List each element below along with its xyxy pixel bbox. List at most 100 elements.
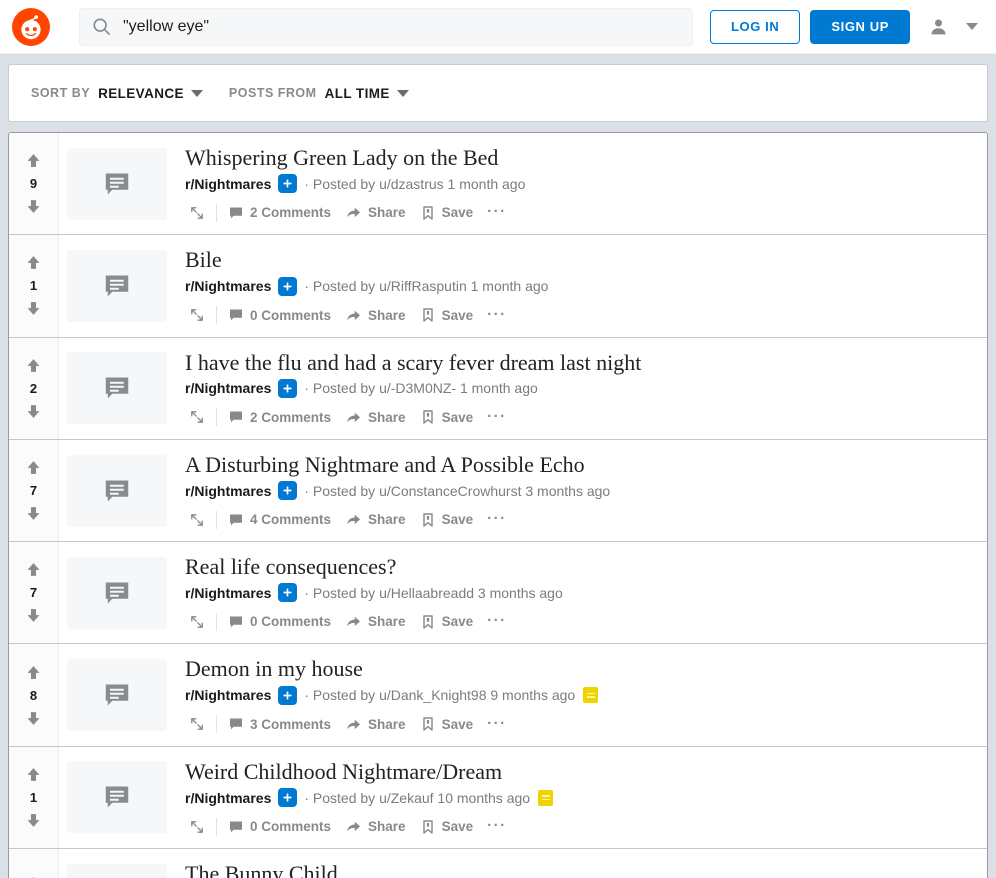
- more-options-button[interactable]: ···: [480, 610, 514, 633]
- expand-post-button[interactable]: [187, 305, 212, 325]
- comments-button[interactable]: 0 Comments: [221, 305, 338, 325]
- comment-bubble-icon: [228, 205, 244, 221]
- expand-post-button[interactable]: [187, 407, 212, 427]
- expand-post-button[interactable]: [187, 817, 212, 837]
- downvote-icon[interactable]: [25, 607, 42, 624]
- downvote-icon[interactable]: [25, 505, 42, 522]
- upvote-icon[interactable]: [25, 152, 42, 169]
- post-thumbnail[interactable]: [59, 235, 175, 336]
- more-options-button[interactable]: ···: [480, 815, 514, 838]
- post-thumbnail[interactable]: [59, 440, 175, 541]
- post-title[interactable]: Weird Childhood Nightmare/Dream: [185, 759, 975, 784]
- comments-button[interactable]: 0 Comments: [221, 612, 338, 632]
- expand-arrows-icon: [189, 205, 205, 221]
- sort-by-control[interactable]: SORT BY RELEVANCE: [31, 86, 203, 101]
- share-arrow-icon: [345, 613, 362, 630]
- post-title[interactable]: Whispering Green Lady on the Bed: [185, 145, 975, 170]
- save-button[interactable]: Save: [413, 510, 481, 530]
- join-subreddit-button[interactable]: [278, 788, 298, 808]
- save-button[interactable]: Save: [413, 305, 481, 325]
- expand-post-button[interactable]: [187, 714, 212, 734]
- share-button[interactable]: Share: [338, 714, 413, 735]
- comments-button[interactable]: 4 Comments: [221, 510, 338, 530]
- post-thumbnail[interactable]: [59, 338, 175, 439]
- comments-button[interactable]: 0 Comments: [221, 817, 338, 837]
- share-button[interactable]: Share: [338, 305, 413, 326]
- join-subreddit-button[interactable]: [278, 276, 298, 296]
- search-bar[interactable]: [79, 7, 693, 46]
- post-title[interactable]: Bile: [185, 247, 975, 272]
- login-button[interactable]: LOG IN: [709, 9, 801, 44]
- post-title[interactable]: I have the flu and had a scary fever dre…: [185, 350, 975, 375]
- post-content: A Disturbing Nightmare and A Possible Ec…: [175, 440, 987, 541]
- reddit-snoo-logo[interactable]: [12, 7, 50, 46]
- share-button[interactable]: Share: [338, 611, 413, 632]
- expand-post-button[interactable]: [187, 510, 212, 530]
- award-icon[interactable]: [538, 789, 554, 806]
- downvote-icon[interactable]: [25, 710, 42, 727]
- post-thumbnail[interactable]: [59, 849, 175, 878]
- save-button[interactable]: Save: [413, 714, 481, 734]
- downvote-icon[interactable]: [25, 198, 42, 215]
- comments-count-label: 4 Comments: [250, 512, 332, 528]
- account-chevron-down-icon[interactable]: [966, 23, 978, 30]
- share-button[interactable]: Share: [338, 202, 413, 223]
- user-avatar-icon[interactable]: [926, 15, 950, 39]
- save-button[interactable]: Save: [413, 203, 481, 223]
- signup-button[interactable]: SIGN UP: [810, 9, 910, 44]
- post-thumbnail[interactable]: [59, 133, 175, 234]
- upvote-icon[interactable]: [25, 254, 42, 271]
- share-button[interactable]: Share: [338, 407, 413, 428]
- save-button[interactable]: Save: [413, 817, 481, 837]
- subreddit-link[interactable]: r/Nightmares: [185, 278, 271, 294]
- subreddit-link[interactable]: r/Nightmares: [185, 687, 271, 703]
- upvote-icon[interactable]: [25, 459, 42, 476]
- post-actions: 0 Comments Share Save ···: [187, 815, 975, 838]
- more-options-button[interactable]: ···: [480, 304, 514, 327]
- subreddit-link[interactable]: r/Nightmares: [185, 380, 271, 396]
- post-title[interactable]: Demon in my house: [185, 656, 975, 681]
- join-subreddit-button[interactable]: [278, 685, 298, 705]
- downvote-icon[interactable]: [25, 403, 42, 420]
- post-thumbnail[interactable]: [59, 542, 175, 643]
- post-actions: 0 Comments Share Save ···: [187, 610, 975, 633]
- search-input[interactable]: [123, 8, 680, 45]
- join-subreddit-button[interactable]: [278, 583, 298, 603]
- upvote-icon[interactable]: [25, 561, 42, 578]
- share-button[interactable]: Share: [338, 509, 413, 530]
- comments-button[interactable]: 2 Comments: [221, 203, 338, 223]
- more-options-button[interactable]: ···: [480, 713, 514, 736]
- upvote-icon[interactable]: [25, 357, 42, 374]
- subreddit-link[interactable]: r/Nightmares: [185, 176, 271, 192]
- expand-post-button[interactable]: [187, 612, 212, 632]
- share-label: Share: [368, 307, 406, 323]
- more-options-button[interactable]: ···: [480, 508, 514, 531]
- posts-from-control[interactable]: POSTS FROM ALL TIME: [229, 86, 409, 101]
- more-options-button[interactable]: ···: [480, 406, 514, 429]
- join-subreddit-button[interactable]: [278, 174, 298, 194]
- post-thumbnail[interactable]: [59, 644, 175, 745]
- post-thumbnail[interactable]: [59, 747, 175, 848]
- more-options-button[interactable]: ···: [480, 201, 514, 224]
- upvote-icon[interactable]: [25, 766, 42, 783]
- sort-by-value: RELEVANCE: [98, 85, 184, 101]
- subreddit-link[interactable]: r/Nightmares: [185, 585, 271, 601]
- subreddit-link[interactable]: r/Nightmares: [185, 790, 271, 806]
- subreddit-link[interactable]: r/Nightmares: [185, 483, 271, 499]
- join-subreddit-button[interactable]: [278, 378, 298, 398]
- award-icon[interactable]: [583, 687, 599, 704]
- comments-button[interactable]: 2 Comments: [221, 407, 338, 427]
- upvote-icon[interactable]: [25, 664, 42, 681]
- sort-by-chevron-down-icon: [190, 89, 203, 97]
- downvote-icon[interactable]: [25, 812, 42, 829]
- save-button[interactable]: Save: [413, 407, 481, 427]
- post-title[interactable]: The Bunny Child: [185, 861, 975, 878]
- post-title[interactable]: A Disturbing Nightmare and A Possible Ec…: [185, 452, 975, 477]
- save-button[interactable]: Save: [413, 612, 481, 632]
- downvote-icon[interactable]: [25, 300, 42, 317]
- expand-post-button[interactable]: [187, 203, 212, 223]
- post-title[interactable]: Real life consequences?: [185, 554, 975, 579]
- comments-button[interactable]: 3 Comments: [221, 714, 338, 734]
- join-subreddit-button[interactable]: [278, 481, 298, 501]
- share-button[interactable]: Share: [338, 816, 413, 837]
